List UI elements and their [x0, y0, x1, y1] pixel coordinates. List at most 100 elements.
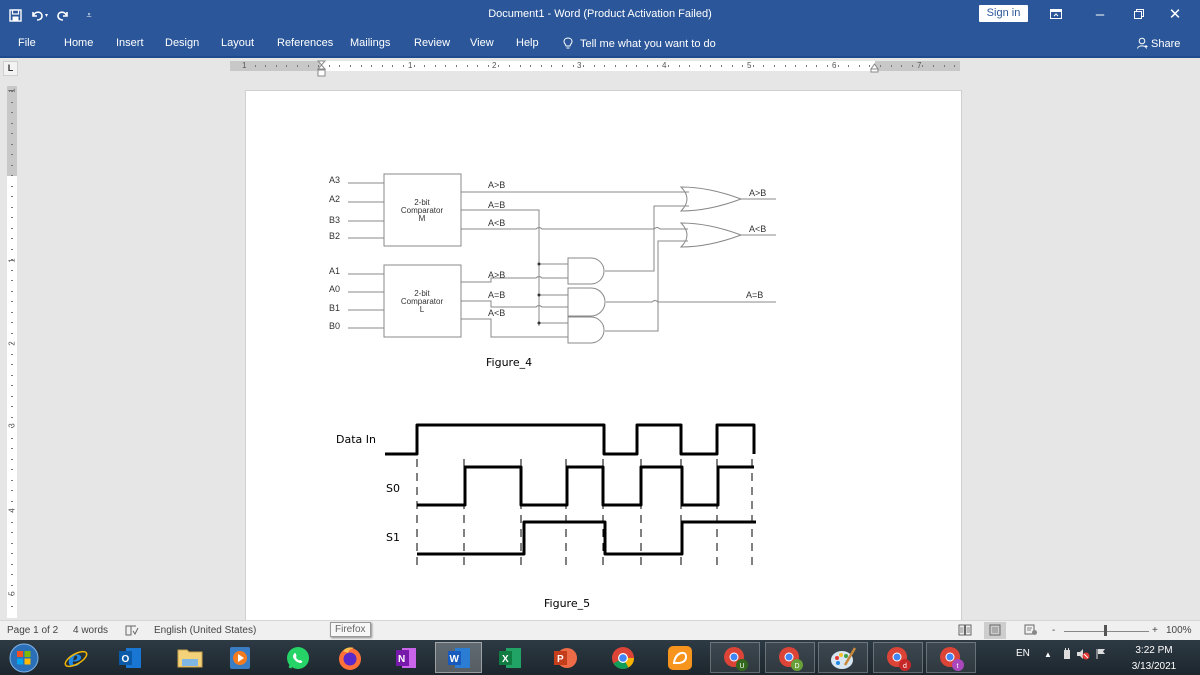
uc-browser-icon — [668, 645, 692, 670]
tab-view[interactable]: View — [470, 37, 494, 49]
tab-file[interactable]: File — [18, 37, 36, 49]
ruler-tick — [509, 65, 510, 67]
volume-muted-icon — [1077, 649, 1090, 660]
taskbar-word[interactable]: W — [435, 642, 482, 673]
minimize-button[interactable]: – — [1085, 4, 1115, 26]
vertical-ruler[interactable]: 1 1 2 3 4 5 — [7, 86, 17, 618]
system-clock[interactable]: 3:22 PM 3/13/2021 — [1118, 643, 1190, 675]
start-button[interactable] — [5, 642, 43, 673]
svg-text:D: D — [795, 663, 800, 670]
svg-text:O: O — [122, 654, 130, 665]
comparator-m-label-3: M — [419, 214, 426, 223]
taskbar-chrome-profile-t[interactable]: t — [926, 642, 976, 673]
volume-button[interactable] — [1076, 648, 1090, 663]
show-hidden-icons-button[interactable]: ▲ — [1044, 650, 1052, 659]
ruler-tick — [11, 605, 13, 607]
final-output-label: A=B — [746, 290, 763, 300]
taskbar-chrome-profile-d-lower[interactable]: d — [873, 642, 923, 673]
ruler-tick — [11, 290, 13, 292]
taskbar-internet-explorer[interactable]: e — [56, 642, 96, 673]
taskbar-whatsapp[interactable] — [278, 642, 318, 673]
input-label: B2 — [329, 231, 340, 241]
taskbar-chrome-profile-d[interactable]: D — [765, 642, 815, 673]
chrome-profile-d-lower-icon: d — [887, 646, 911, 671]
taskbar-powerpoint[interactable]: P — [545, 642, 585, 673]
left-indent-marker[interactable] — [317, 60, 326, 80]
taskbar-excel[interactable]: X — [490, 642, 530, 673]
taskbar-chrome-profile-u[interactable]: U — [710, 642, 760, 673]
flag-icon — [1096, 649, 1105, 659]
tab-references[interactable]: References — [277, 37, 333, 49]
ruler-tick — [816, 65, 818, 67]
taskbar-uc-browser[interactable] — [660, 642, 700, 673]
ruler-tick — [339, 65, 341, 67]
ruler-tick — [551, 65, 553, 67]
taskbar-paint[interactable] — [818, 642, 868, 673]
ruler-tick — [593, 65, 595, 67]
zoom-level[interactable]: 100% — [1166, 625, 1192, 636]
read-mode-button[interactable] — [958, 624, 972, 639]
proofing-button[interactable] — [125, 625, 139, 639]
power-icon[interactable] — [1062, 648, 1072, 663]
ruler-tick — [795, 65, 797, 67]
zoom-out-button[interactable]: - — [1052, 625, 1055, 636]
action-center-button[interactable] — [1096, 648, 1106, 663]
tab-review[interactable]: Review — [414, 37, 450, 49]
taskbar-chrome[interactable] — [603, 642, 643, 673]
print-layout-icon — [989, 624, 1001, 636]
tell-me-search[interactable]: Tell me what you want to do — [563, 37, 716, 50]
tab-selector[interactable]: L — [3, 61, 18, 76]
language[interactable]: English (United States) — [154, 625, 256, 636]
zoom-in-button[interactable]: + — [1152, 625, 1158, 636]
horizontal-ruler[interactable]: 1 1 2 3 4 5 6 7 — [230, 60, 960, 77]
taskbar-media-player[interactable] — [220, 642, 260, 673]
sign-in-button[interactable]: Sign in — [979, 5, 1028, 22]
tab-design[interactable]: Design — [165, 37, 199, 49]
close-button[interactable]: ✕ — [1160, 4, 1190, 26]
ruler-tick — [11, 196, 13, 197]
waveform-s0 — [417, 465, 754, 507]
share-button[interactable]: Share — [1137, 37, 1180, 50]
input-language[interactable]: EN — [1016, 648, 1030, 659]
zoom-slider-thumb[interactable] — [1104, 625, 1107, 636]
ruler-tick — [922, 65, 924, 67]
restore-button[interactable] — [1124, 4, 1154, 26]
taskbar-firefox[interactable] — [330, 642, 370, 673]
tab-home[interactable]: Home — [64, 37, 93, 49]
svg-text:X: X — [502, 654, 509, 665]
document-page[interactable]: A3 A2 B3 B2 A1 A0 B1 B0 2-bit Comparator… — [245, 90, 962, 621]
ruler-tick — [434, 65, 436, 67]
ruler-tick — [774, 65, 775, 67]
input-label: A3 — [329, 175, 340, 185]
ribbon-display-options-button[interactable] — [1041, 4, 1071, 26]
print-layout-button[interactable] — [984, 622, 1006, 639]
tab-insert[interactable]: Insert — [116, 37, 144, 49]
and-gate-1 — [567, 257, 605, 285]
svg-text:P: P — [557, 654, 564, 665]
tab-mailings[interactable]: Mailings — [350, 37, 390, 49]
tab-layout[interactable]: Layout — [221, 37, 254, 49]
page-count[interactable]: Page 1 of 2 — [7, 625, 58, 636]
ruler-number: 4 — [662, 61, 667, 70]
ruler-tick — [350, 65, 351, 67]
taskbar-outlook[interactable]: O — [110, 642, 150, 673]
taskbar-file-explorer[interactable] — [170, 642, 210, 673]
word-count[interactable]: 4 words — [73, 625, 108, 636]
ruler-tick — [699, 65, 701, 67]
lightbulb-icon — [563, 37, 573, 49]
figure-4-circuit: A3 A2 B3 B2 A1 A0 B1 B0 2-bit Comparator… — [329, 173, 776, 344]
svg-text:N: N — [398, 654, 405, 665]
ruler-number: 2 — [492, 61, 497, 70]
ruler-tick — [11, 122, 13, 124]
right-indent-marker[interactable] — [870, 63, 879, 73]
or-gate-gt — [679, 186, 743, 212]
wire-l-eq — [461, 300, 568, 308]
ruler-tick — [11, 322, 13, 323]
outlook-icon: O — [119, 647, 141, 668]
web-layout-button[interactable] — [1024, 624, 1038, 639]
ruler-tick — [721, 65, 722, 67]
taskbar-onenote[interactable]: N — [386, 642, 426, 673]
tell-me-text: Tell me what you want to do — [580, 38, 716, 50]
ruler-tick — [11, 469, 13, 470]
tab-help[interactable]: Help — [516, 37, 539, 49]
